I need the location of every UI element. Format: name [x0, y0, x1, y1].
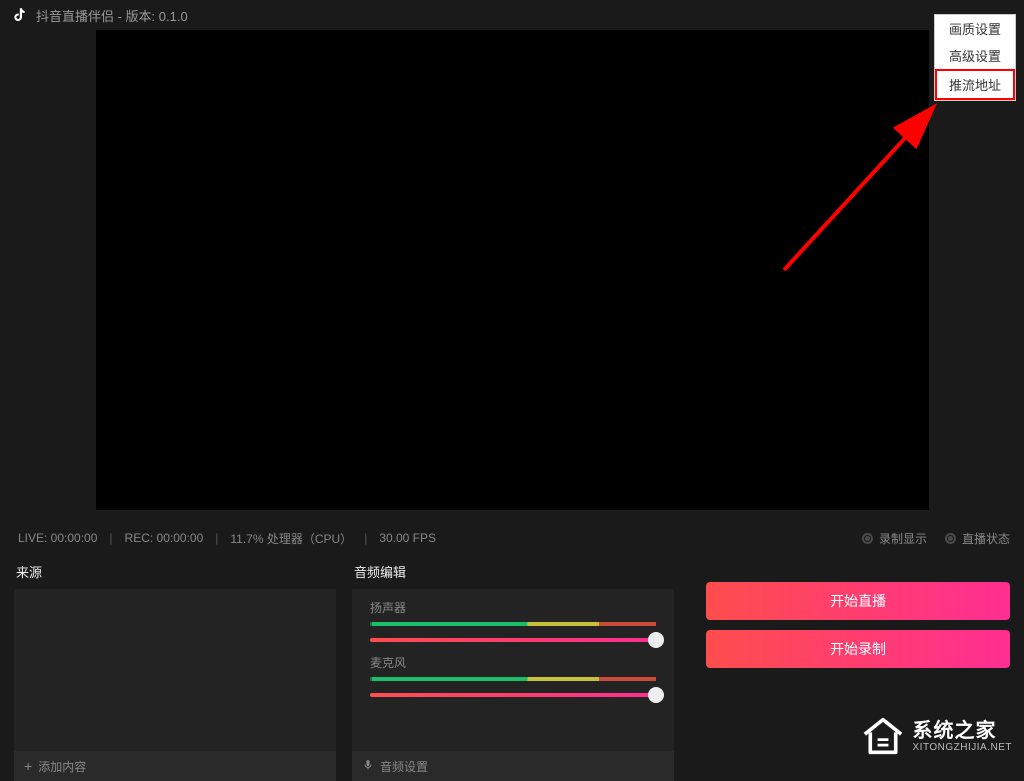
- status-rec-time: REC: 00:00:00: [121, 531, 208, 545]
- mic-group: 麦克风: [370, 654, 656, 697]
- start-stream-button[interactable]: 开始直播: [706, 582, 1010, 620]
- app-logo-icon: [10, 6, 28, 24]
- mic-volume-slider[interactable]: [370, 693, 656, 697]
- record-display-label: 录制显示: [879, 530, 927, 547]
- audio-settings-label: 音频设置: [380, 758, 428, 775]
- sources-panel: 来源 + 添加内容: [14, 558, 336, 781]
- slider-thumb[interactable]: [648, 687, 664, 703]
- start-record-button[interactable]: 开始录制: [706, 630, 1010, 668]
- radio-icon: [945, 533, 956, 544]
- stream-status-toggle[interactable]: 直播状态: [945, 530, 1010, 547]
- sources-title: 来源: [14, 558, 336, 589]
- mic-vu-meter: [370, 677, 656, 681]
- dropdown-item-stream-url[interactable]: 推流地址: [935, 69, 1015, 100]
- app-title: 抖音直播伴侣 - 版本: 0.1.0: [36, 6, 188, 25]
- preview-container: [0, 30, 1024, 510]
- mic-label: 麦克风: [370, 654, 656, 671]
- video-preview[interactable]: [96, 30, 929, 510]
- sources-list[interactable]: [14, 589, 336, 751]
- add-source-button[interactable]: + 添加内容: [14, 751, 336, 781]
- status-fps: 30.00 FPS: [375, 531, 440, 545]
- speaker-group: 扬声器: [370, 599, 656, 642]
- record-display-toggle[interactable]: 录制显示: [862, 530, 927, 547]
- speaker-volume-slider[interactable]: [370, 638, 656, 642]
- slider-thumb[interactable]: [648, 632, 664, 648]
- watermark-en: XITONGZHIJIA.NET: [913, 742, 1013, 753]
- speaker-vu-meter: [370, 622, 656, 626]
- dropdown-item-advanced[interactable]: 高级设置: [935, 42, 1015, 69]
- statusbar: LIVE: 00:00:00 | REC: 00:00:00 | 11.7% 处…: [0, 522, 1024, 554]
- watermark: 系统之家 XITONGZHIJIA.NET: [861, 716, 1013, 756]
- watermark-cn: 系统之家: [913, 720, 1013, 742]
- status-cpu: 11.7% 处理器（CPU）: [226, 530, 356, 547]
- add-source-label: 添加内容: [38, 758, 86, 775]
- audio-panel: 音频编辑 扬声器 麦克风 音频设置: [352, 558, 674, 781]
- audio-title: 音频编辑: [352, 558, 674, 589]
- stream-status-label: 直播状态: [962, 530, 1010, 547]
- mic-icon: [362, 759, 374, 774]
- speaker-label: 扬声器: [370, 599, 656, 616]
- plus-icon: +: [24, 758, 32, 774]
- radio-icon: [862, 533, 873, 544]
- audio-body: 扬声器 麦克风: [352, 589, 674, 751]
- dropdown-item-quality[interactable]: 画质设置: [935, 15, 1015, 42]
- house-icon: [861, 716, 905, 756]
- audio-settings-button[interactable]: 音频设置: [352, 751, 674, 781]
- status-live-time: LIVE: 00:00:00: [14, 531, 101, 545]
- titlebar: 抖音直播伴侣 - 版本: 0.1.0: [0, 0, 1024, 30]
- settings-dropdown: 画质设置 高级设置 推流地址: [934, 14, 1016, 101]
